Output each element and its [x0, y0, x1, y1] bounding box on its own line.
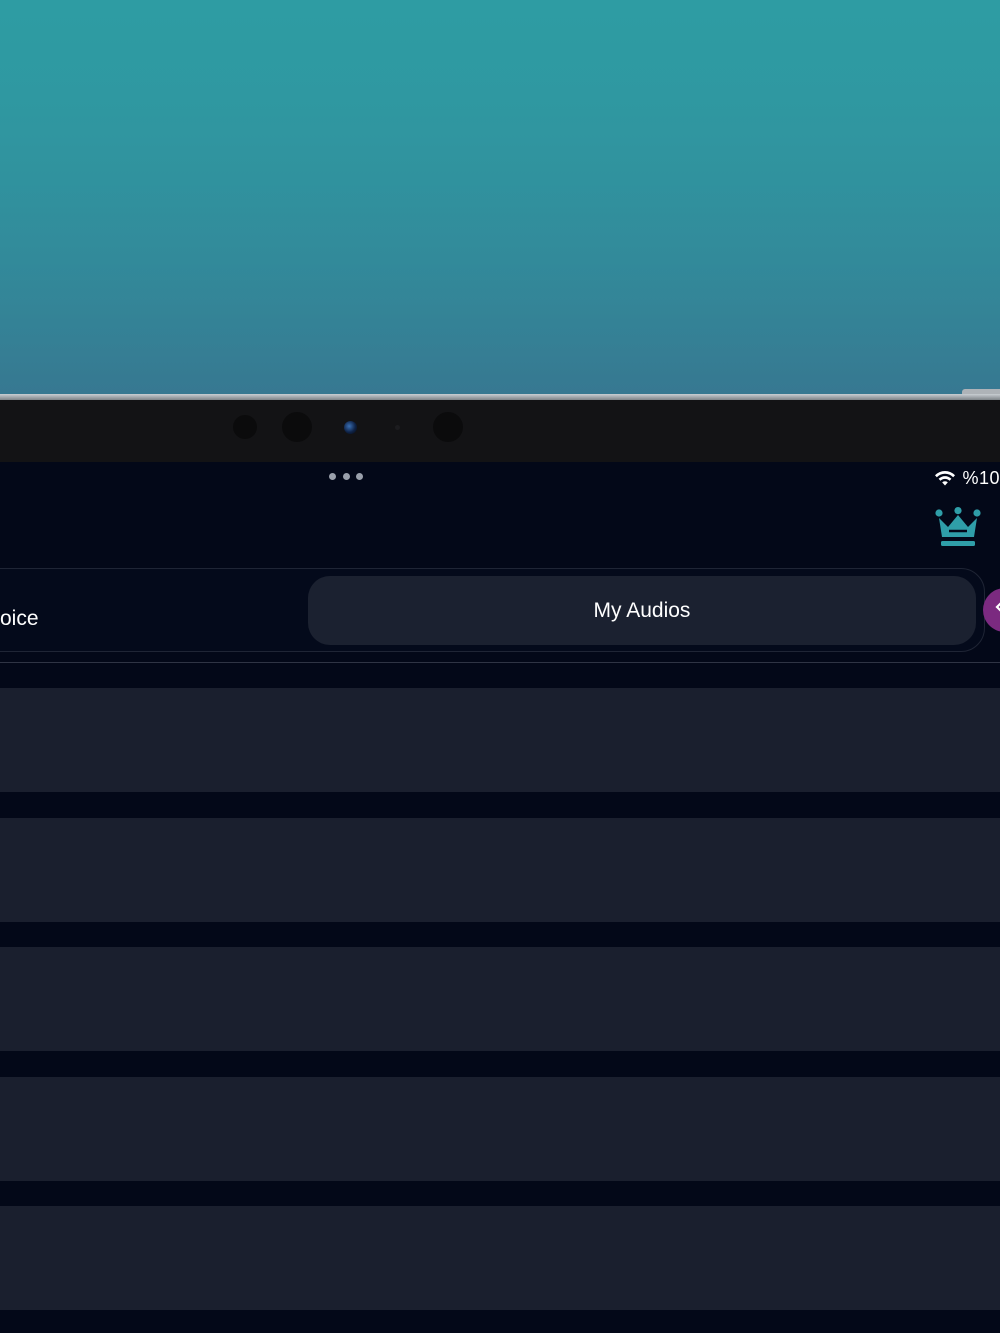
sensor — [395, 425, 400, 430]
list-item[interactable] — [0, 818, 1000, 922]
wallpaper-backdrop — [0, 0, 1000, 398]
sensor — [282, 412, 312, 442]
sensor — [233, 415, 257, 439]
tab-my-audios[interactable]: My Audios — [308, 576, 976, 645]
list-item[interactable] — [0, 688, 1000, 792]
divider — [0, 662, 1000, 663]
more-dots-icon[interactable] — [329, 473, 363, 481]
arrow-left-icon — [995, 602, 1000, 612]
page: %10 oice My Audios — [0, 0, 1000, 1333]
status-bar: %10 — [934, 466, 1000, 490]
tab-my-audios-label: My Audios — [593, 598, 691, 622]
front-camera — [344, 421, 357, 434]
wifi-icon — [935, 470, 956, 486]
list-item[interactable] — [0, 1206, 1000, 1310]
sensor — [433, 412, 463, 442]
dot — [329, 473, 336, 480]
list-item[interactable] — [0, 947, 1000, 1051]
app-screen: %10 oice My Audios — [0, 462, 1000, 1333]
list-item[interactable] — [0, 1077, 1000, 1181]
dot — [342, 473, 350, 480]
dot — [356, 473, 363, 480]
device-bezel — [0, 400, 1000, 463]
floating-action-button[interactable] — [983, 588, 1000, 632]
tab-voice[interactable]: oice — [0, 608, 39, 629]
crown-icon[interactable] — [934, 507, 982, 549]
battery-percentage: %10 — [962, 467, 1000, 488]
